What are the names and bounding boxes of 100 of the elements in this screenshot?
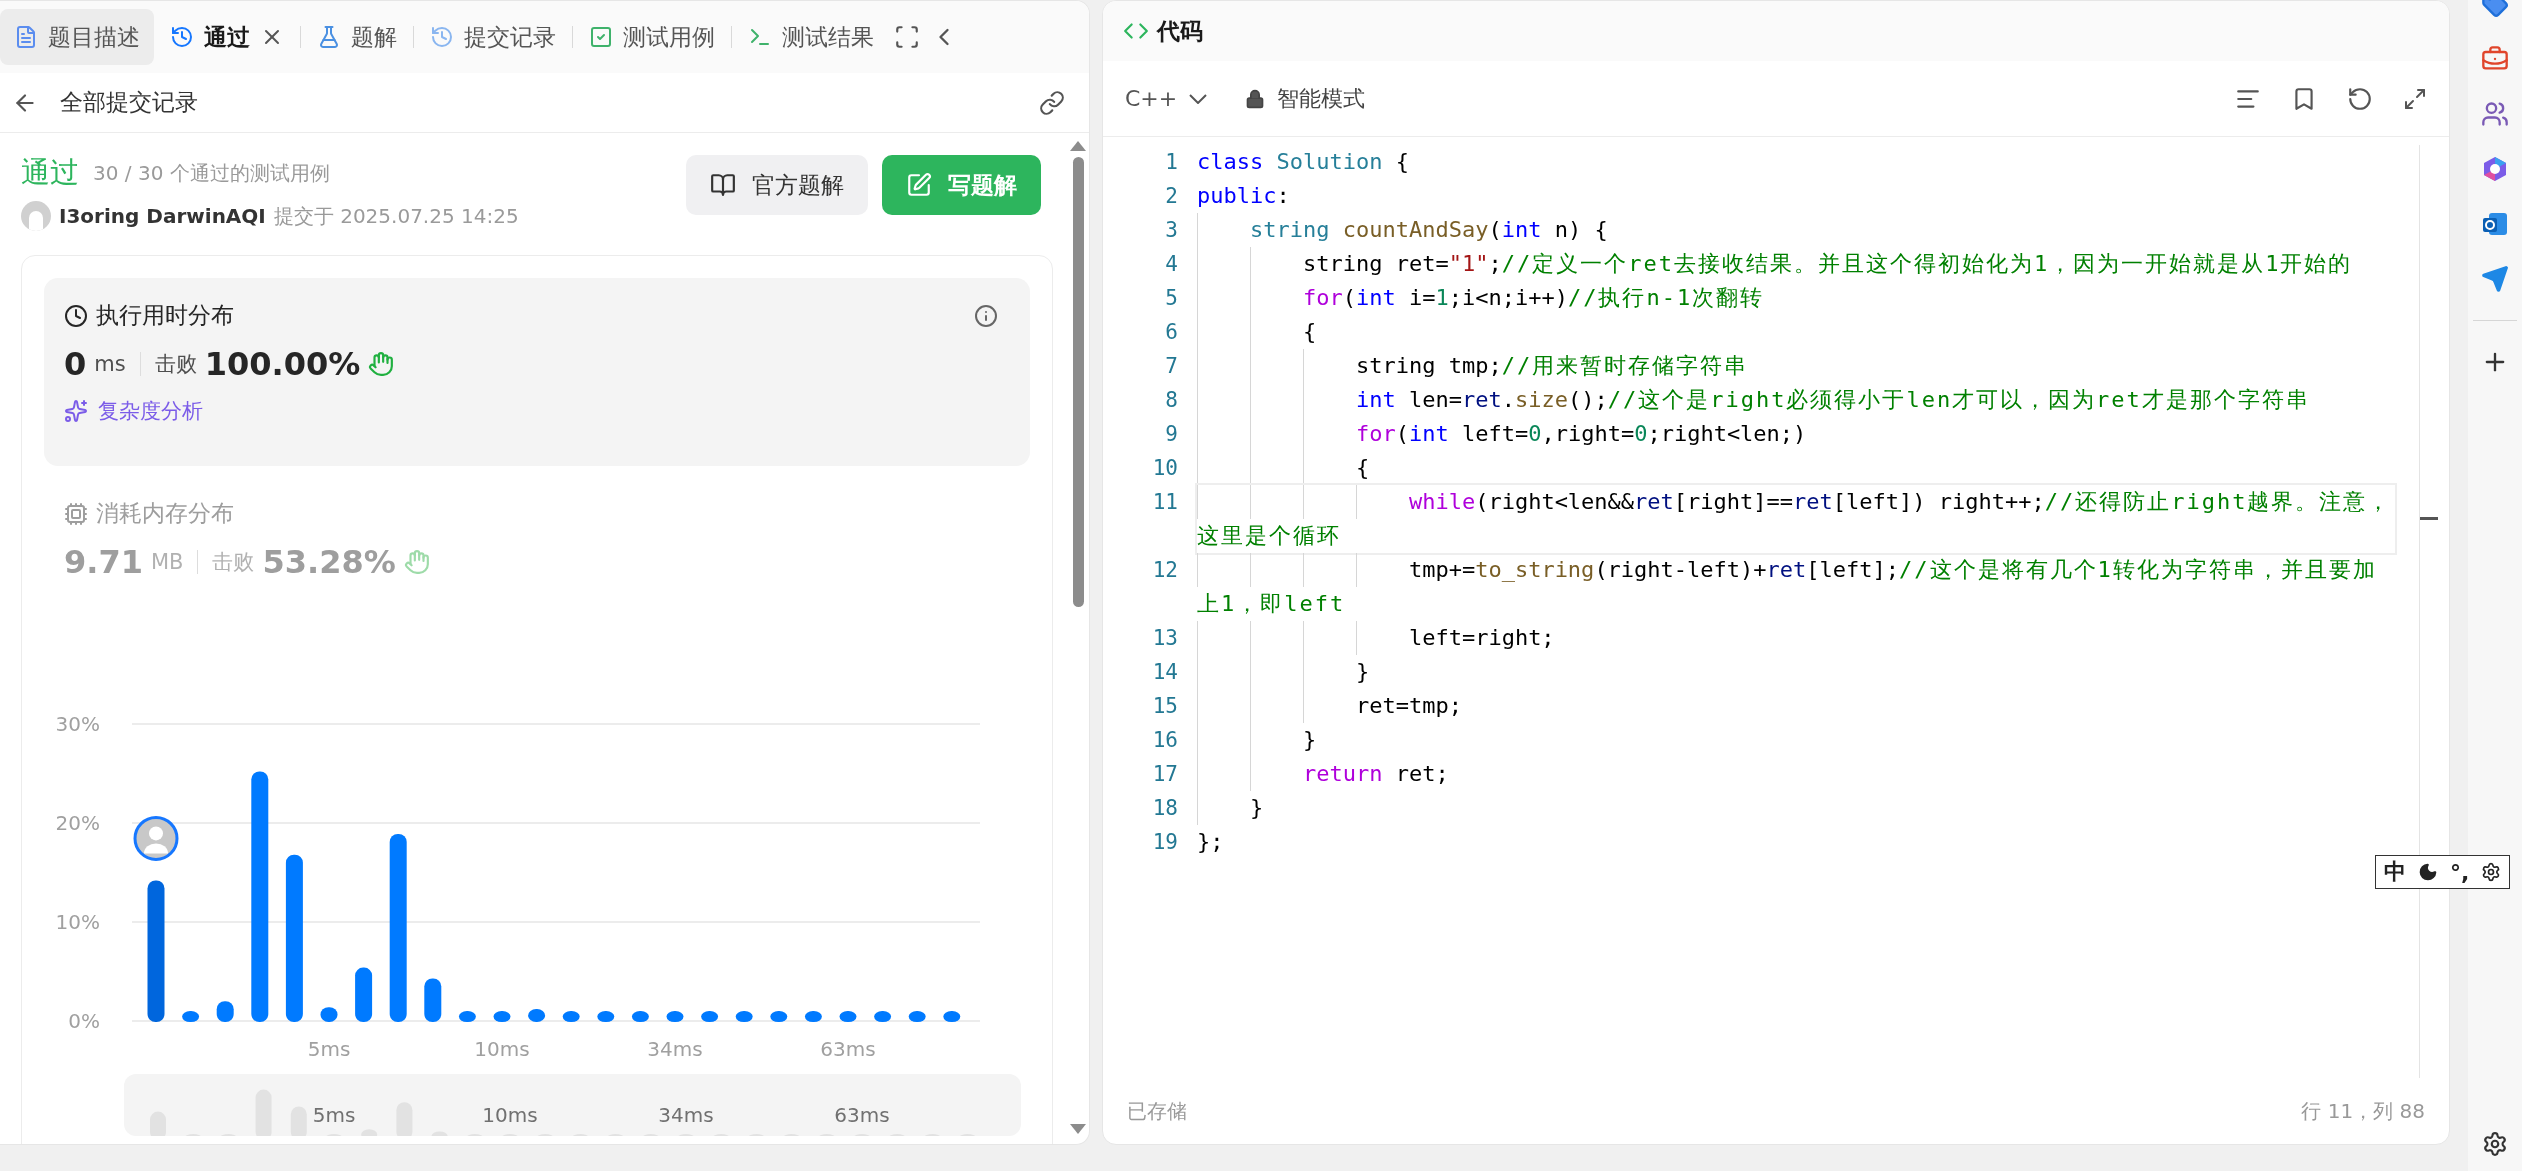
chart-bar[interactable] <box>424 978 442 1022</box>
analysis-link[interactable]: 复杂度分析 <box>98 397 203 425</box>
chart-bar[interactable] <box>735 1011 753 1022</box>
code-line[interactable]: tmp+=to_string(right-left)+ret[left];//这个是将有几个1转化为字符串，并且要加上1，即left <box>1197 553 2395 621</box>
caret-icon <box>1189 93 1208 104</box>
overview-bar <box>396 1102 413 1136</box>
tab[interactable]: 提交记录 <box>416 9 570 65</box>
undo-icon <box>2347 85 2373 112</box>
chart-bar[interactable] <box>908 1011 926 1022</box>
moon-icon[interactable] <box>2418 862 2438 882</box>
chart-bar[interactable] <box>285 854 303 1022</box>
code-line[interactable]: } <box>1197 723 2395 757</box>
expand-icon <box>2403 86 2427 111</box>
axis-label: 30% <box>55 712 100 736</box>
chart-bar[interactable] <box>597 1011 615 1022</box>
code-line[interactable]: left=right; <box>1197 621 2395 655</box>
chart-bar[interactable] <box>320 1007 338 1022</box>
axis-label: 5ms <box>312 1103 356 1127</box>
author-name[interactable]: I3oring DarwinAQI <box>59 204 266 228</box>
overview-bar <box>150 1111 166 1136</box>
chart-bar[interactable] <box>251 771 269 1022</box>
chart-bar[interactable] <box>493 1011 511 1022</box>
ribbon-icon[interactable] <box>2481 155 2509 183</box>
document-icon <box>14 25 38 49</box>
tab[interactable]: 题目描述 <box>0 9 154 65</box>
test-summary: 30 / 30 个通过的测试用例 <box>93 159 330 187</box>
line-number: 17 <box>1151 761 1178 788</box>
axis-label: 63ms <box>834 1103 890 1127</box>
tab[interactable]: 测试用例 <box>575 9 729 65</box>
line-number: 7 <box>1164 353 1178 380</box>
chart-bar[interactable] <box>458 1011 476 1022</box>
code-line[interactable]: int len=ret.size();//这个是right必须得小于len才可以，因为ret才是那个字符串 <box>1197 383 2395 417</box>
ime-toolbar[interactable]: 中 °, <box>2375 855 2511 889</box>
tab[interactable]: 题解 <box>303 9 411 65</box>
send-icon[interactable] <box>2481 265 2509 293</box>
chart-bar[interactable] <box>701 1011 719 1022</box>
page-title: 全部提交记录 <box>60 88 199 117</box>
chart-bar[interactable] <box>562 1011 580 1022</box>
chart-bar[interactable] <box>147 880 165 1022</box>
beats-label: 击败 <box>212 549 255 576</box>
info-icon[interactable] <box>974 303 998 328</box>
people-icon[interactable] <box>2481 100 2509 128</box>
ime-mode[interactable]: 中 <box>2384 857 2406 887</box>
axis-label: 5ms <box>307 1037 351 1061</box>
line-number: 14 <box>1151 659 1178 686</box>
code-line[interactable]: public: <box>1197 179 2395 213</box>
code-line[interactable]: string tmp;//用来暂时存储字符串 <box>1197 349 2395 383</box>
code-line[interactable]: } <box>1197 655 2395 689</box>
chart-bar[interactable] <box>666 1011 684 1022</box>
clock-icon <box>64 303 88 328</box>
stat-panel[interactable]: 执行用时分布 0 ms 击败 100.00% 复杂度分析 <box>44 278 1030 466</box>
tab[interactable]: 测试结果 <box>734 9 888 65</box>
chart-bar[interactable] <box>389 833 407 1022</box>
code-line[interactable]: return ret; <box>1197 757 2395 791</box>
code-line[interactable]: { <box>1197 315 2395 349</box>
overview-bar <box>290 1106 307 1136</box>
chart-bar[interactable] <box>631 1011 649 1022</box>
language-select[interactable]: C++ <box>1121 86 1212 111</box>
chart-bar[interactable] <box>355 967 373 1022</box>
code-line[interactable]: while(right<len&&ret[right]==ret[left]) right++;//还得防止right越界。注意，这里是个循环 <box>1197 485 2395 553</box>
chart-bar[interactable] <box>216 1001 234 1022</box>
code-line[interactable]: } <box>1197 791 2395 825</box>
avatar-icon <box>133 815 179 861</box>
stat-unit: MB <box>150 550 184 574</box>
chart-bar[interactable] <box>839 1011 857 1022</box>
toolbox-icon[interactable] <box>2481 45 2509 73</box>
chart-bar[interactable] <box>770 1011 788 1022</box>
mail-icon[interactable] <box>2481 210 2509 238</box>
sparkle-icon <box>64 399 88 423</box>
chart-bar[interactable] <box>943 1011 961 1022</box>
ime-punctuation[interactable]: °, <box>2450 859 2470 885</box>
chart-bar[interactable] <box>182 1011 200 1022</box>
code-line[interactable]: string countAndSay(int n) { <box>1197 213 2395 247</box>
code-line[interactable]: string ret="1";//定义一个ret去接收结果。并且这个得初始化为1，因为一开始就是从1开始的 <box>1197 247 2395 281</box>
chart-bar[interactable] <box>874 1011 892 1022</box>
code-line[interactable]: for(int left=0,right=0;right<len;) <box>1197 417 2395 451</box>
tab[interactable]: 通过 <box>156 9 298 65</box>
flask-icon <box>317 25 341 49</box>
link-icon <box>1039 89 1065 116</box>
line-number: 8 <box>1164 387 1178 414</box>
stat-value: 0 <box>64 345 87 383</box>
submit-time: 提交于 2025.07.25 14:25 <box>273 202 519 230</box>
action-button[interactable]: 官方题解 <box>686 155 868 215</box>
settings-icon[interactable] <box>2482 1131 2508 1157</box>
code-line[interactable]: for(int i=1;i<n;i++)//执行n-1次翻转 <box>1197 281 2395 315</box>
code-line[interactable]: { <box>1197 451 2395 485</box>
axis-label: 34ms <box>647 1037 703 1061</box>
panel-title: 代码 <box>1157 16 1203 46</box>
line-number: 9 <box>1164 421 1178 448</box>
code-line[interactable]: ret=tmp; <box>1197 689 2395 723</box>
code-line[interactable]: class Solution { <box>1197 145 2395 179</box>
line-number: 5 <box>1164 285 1178 312</box>
book-icon <box>710 172 736 198</box>
chart-overview[interactable]: 5ms 10ms 34ms 63ms <box>124 1074 1021 1136</box>
mode-button[interactable]: 智能模式 <box>1241 83 2201 114</box>
chart-bar[interactable] <box>804 1011 822 1022</box>
settings-icon[interactable] <box>2481 862 2502 882</box>
stat-title: 执行用时分布 <box>96 301 235 330</box>
line-number: 15 <box>1151 693 1178 720</box>
checkbox-icon <box>589 25 613 49</box>
